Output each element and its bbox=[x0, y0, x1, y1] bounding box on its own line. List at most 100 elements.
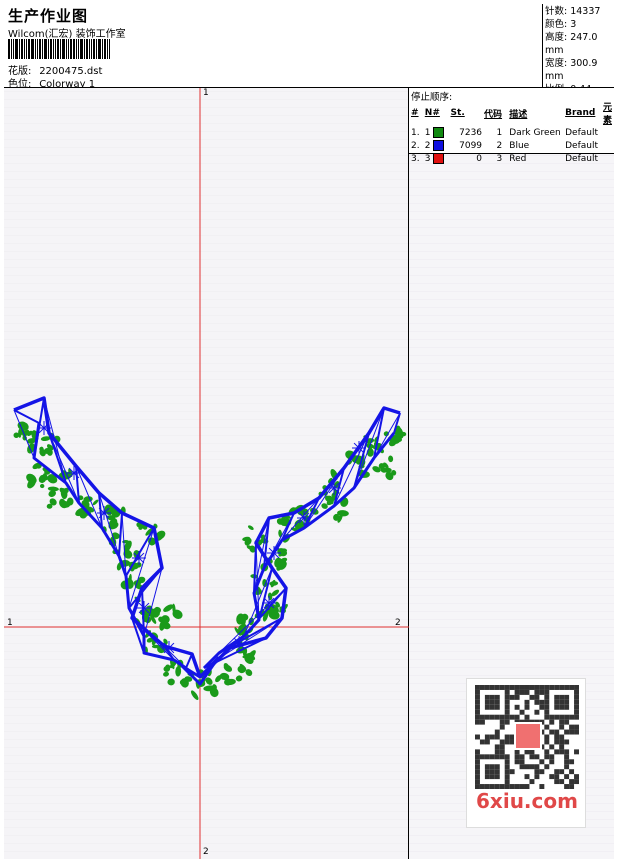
design-width: 宽度: 300.9 mm bbox=[545, 58, 598, 82]
barcode-bar bbox=[48, 39, 49, 59]
page-title: 生产作业图 bbox=[8, 7, 89, 25]
qr-module bbox=[475, 764, 480, 770]
qr-module bbox=[564, 729, 570, 735]
qr-module bbox=[524, 699, 530, 705]
qr-module bbox=[559, 685, 565, 690]
qr-module bbox=[509, 769, 515, 775]
axis-label-top: 1 bbox=[203, 88, 209, 98]
qr-module bbox=[559, 714, 565, 720]
qr-module bbox=[549, 714, 555, 720]
row-index: 1. bbox=[411, 127, 420, 138]
qr-module bbox=[559, 734, 565, 740]
qr-module bbox=[574, 724, 579, 730]
qr-module bbox=[494, 714, 500, 720]
qr-watermark: 6xiu.com bbox=[466, 678, 586, 828]
qr-module bbox=[569, 729, 575, 735]
row-brand: Default bbox=[565, 153, 599, 164]
color-swatch-icon bbox=[433, 127, 445, 138]
left-frame-rung bbox=[118, 512, 123, 557]
stamp-logo bbox=[514, 722, 542, 750]
row-element bbox=[602, 126, 613, 139]
barcode-bar bbox=[93, 39, 95, 59]
barcode-bar bbox=[91, 39, 92, 59]
color-row[interactable]: 3. 3 0 3 Red Default bbox=[410, 152, 613, 165]
qr-module bbox=[494, 699, 500, 705]
qr-module bbox=[479, 685, 485, 690]
barcode-bar bbox=[44, 39, 47, 59]
qr-module bbox=[554, 749, 560, 755]
leaf-stitch bbox=[167, 678, 175, 686]
qr-module bbox=[539, 759, 545, 765]
qr-module bbox=[484, 739, 490, 745]
qr-module bbox=[559, 719, 565, 725]
qr-module bbox=[554, 734, 560, 740]
qr-module bbox=[484, 769, 490, 775]
qr-module bbox=[499, 724, 505, 730]
company-name: Wilcom(汇宏) 装饰工作室 bbox=[8, 29, 126, 40]
barcode-bar bbox=[53, 39, 54, 59]
barcode-bar bbox=[28, 39, 30, 59]
qr-module bbox=[475, 759, 480, 765]
qr-module bbox=[549, 729, 555, 735]
qr-module bbox=[544, 734, 550, 740]
qr-module bbox=[494, 764, 500, 770]
embroidery-preview bbox=[4, 88, 409, 859]
qr-module bbox=[504, 764, 510, 770]
barcode-bar bbox=[8, 39, 10, 59]
barcode-bar bbox=[70, 39, 72, 59]
qr-module bbox=[475, 699, 480, 705]
barcode-bar bbox=[55, 39, 56, 59]
row-needle-number: 1 bbox=[424, 128, 431, 138]
barcode-bar bbox=[68, 39, 69, 59]
qr-module bbox=[484, 685, 490, 690]
qr-module bbox=[569, 685, 575, 690]
qr-module bbox=[504, 774, 510, 780]
watermark-text: 6xiu.com bbox=[476, 789, 578, 813]
row-description: Red bbox=[509, 153, 527, 164]
left-frame-rung bbox=[185, 653, 193, 669]
blue-frame-layer bbox=[13, 396, 401, 686]
qr-module bbox=[494, 734, 500, 740]
qr-module bbox=[559, 749, 565, 755]
leaf-stitch bbox=[39, 483, 45, 489]
qr-module bbox=[569, 714, 575, 720]
qr-module bbox=[554, 729, 560, 735]
qr-module bbox=[534, 769, 540, 775]
qr-module bbox=[554, 779, 560, 785]
color-row[interactable]: 1. 1 7236 1 Dark Green Default bbox=[410, 126, 613, 139]
qr-module bbox=[499, 739, 505, 745]
leaf-stitch bbox=[163, 671, 170, 677]
qr-module bbox=[549, 685, 555, 690]
color-swatch-icon bbox=[433, 140, 445, 151]
qr-module bbox=[489, 764, 495, 770]
stats-panel: 针数: 14337 颜色: 3 高度: 247.0 mm 宽度: 300.9 m… bbox=[542, 4, 614, 95]
color-row[interactable]: 2. 2 7099 2 Blue Default bbox=[410, 139, 613, 152]
qr-module bbox=[554, 774, 560, 780]
barcode-bar bbox=[84, 39, 85, 59]
qr-module bbox=[539, 699, 545, 705]
rosette-stitch bbox=[138, 557, 145, 564]
row-index: 3. bbox=[411, 153, 420, 164]
color-table: # N# St. 代码 描述 Brand 元素 1. 1 7236 1 Dark Gr… bbox=[410, 100, 613, 165]
qr-module bbox=[574, 729, 579, 735]
qr-module bbox=[574, 685, 579, 690]
qr-module bbox=[494, 729, 500, 735]
qr-module bbox=[504, 769, 510, 775]
stop-sequence-panel: 停止顺序: # N# St. 代码 描述 Brand 元素 1. 1 7236 1 D… bbox=[409, 88, 614, 164]
qr-module bbox=[514, 714, 520, 720]
qr-module bbox=[554, 739, 560, 745]
barcode-bar bbox=[109, 39, 110, 59]
barcode-bar bbox=[66, 39, 67, 59]
axis-label-right: 2 bbox=[395, 618, 401, 628]
qr-module bbox=[544, 694, 550, 700]
qr-module bbox=[475, 719, 480, 725]
qr-module bbox=[504, 759, 510, 765]
barcode-bar bbox=[50, 39, 52, 59]
qr-module bbox=[484, 764, 490, 770]
barcode-bar bbox=[86, 39, 88, 59]
row-stitches: 0 bbox=[476, 153, 483, 164]
qr-module bbox=[534, 764, 540, 770]
qr-module bbox=[499, 749, 505, 755]
qr-module bbox=[524, 685, 530, 690]
barcode-bar bbox=[15, 39, 18, 59]
